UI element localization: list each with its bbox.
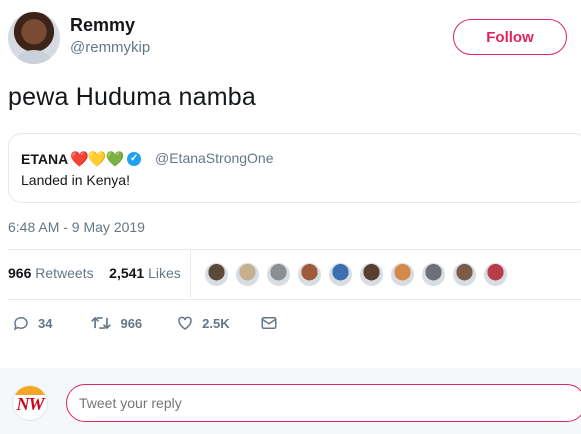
tweet-stats: 966 Retweets 2,541 Likes bbox=[8, 265, 181, 281]
retweets-stat[interactable]: 966 Retweets bbox=[8, 265, 94, 281]
tweet-timestamp[interactable]: 6:48 AM - 9 May 2019 bbox=[8, 219, 145, 235]
verified-icon: ✓ bbox=[127, 152, 142, 166]
quoted-name-text: ETANA bbox=[21, 151, 69, 167]
dm-action[interactable] bbox=[260, 314, 286, 332]
reply-area: NW bbox=[0, 368, 581, 434]
liker-avatar[interactable] bbox=[389, 261, 416, 288]
stats-separator bbox=[190, 250, 191, 298]
reply-icon bbox=[13, 316, 28, 331]
user-handle[interactable]: @remmykip bbox=[70, 39, 150, 56]
retweet-icon bbox=[91, 316, 112, 330]
liker-avatar[interactable] bbox=[234, 261, 261, 288]
liker-avatar[interactable] bbox=[265, 261, 292, 288]
liker-avatar[interactable] bbox=[203, 261, 230, 288]
user-name[interactable]: Remmy bbox=[70, 15, 135, 36]
reply-count: 34 bbox=[38, 315, 53, 331]
liker-avatar[interactable] bbox=[420, 261, 447, 288]
liker-avatar[interactable] bbox=[327, 261, 354, 288]
likes-label: Likes bbox=[148, 265, 181, 281]
divider-top bbox=[8, 249, 581, 250]
retweet-action[interactable]: 966 bbox=[90, 314, 142, 332]
reply-input[interactable] bbox=[66, 384, 581, 422]
likes-stat[interactable]: 2,541 Likes bbox=[109, 265, 181, 281]
reply-action[interactable]: 34 bbox=[12, 314, 52, 332]
tweet-text: pewa Huduma namba bbox=[8, 83, 256, 111]
retweets-label: Retweets bbox=[35, 265, 94, 281]
quoted-tweet[interactable]: ETANA ❤️💛💚 ✓ @EtanaStrongOne Landed in K… bbox=[8, 133, 581, 203]
heart-icon bbox=[178, 316, 192, 330]
divider-bottom bbox=[8, 299, 581, 300]
envelope-icon bbox=[261, 317, 277, 329]
heart-emojis: ❤️💛💚 bbox=[70, 151, 124, 168]
retweet-count: 966 bbox=[120, 315, 143, 331]
quoted-handle: @EtanaStrongOne bbox=[155, 150, 274, 166]
like-count: 2.5K bbox=[202, 315, 230, 331]
tweet-actions: 34 966 2.5K bbox=[12, 314, 310, 332]
avatar[interactable] bbox=[8, 12, 60, 64]
liker-avatar[interactable] bbox=[482, 261, 509, 288]
quoted-text: Landed in Kenya! bbox=[21, 172, 130, 188]
liker-avatar[interactable] bbox=[451, 261, 478, 288]
quoted-name: ETANA ❤️💛💚 ✓ bbox=[21, 150, 142, 168]
liker-avatar[interactable] bbox=[296, 261, 323, 288]
follow-button[interactable]: Follow bbox=[453, 19, 567, 55]
liker-avatars bbox=[203, 261, 513, 288]
retweets-count: 966 bbox=[8, 265, 32, 281]
likes-count: 2,541 bbox=[109, 265, 145, 281]
liker-avatar[interactable] bbox=[358, 261, 385, 288]
reply-avatar[interactable]: NW bbox=[12, 385, 48, 421]
reply-avatar-logo: NW bbox=[16, 394, 44, 414]
like-action[interactable]: 2.5K bbox=[176, 314, 230, 332]
